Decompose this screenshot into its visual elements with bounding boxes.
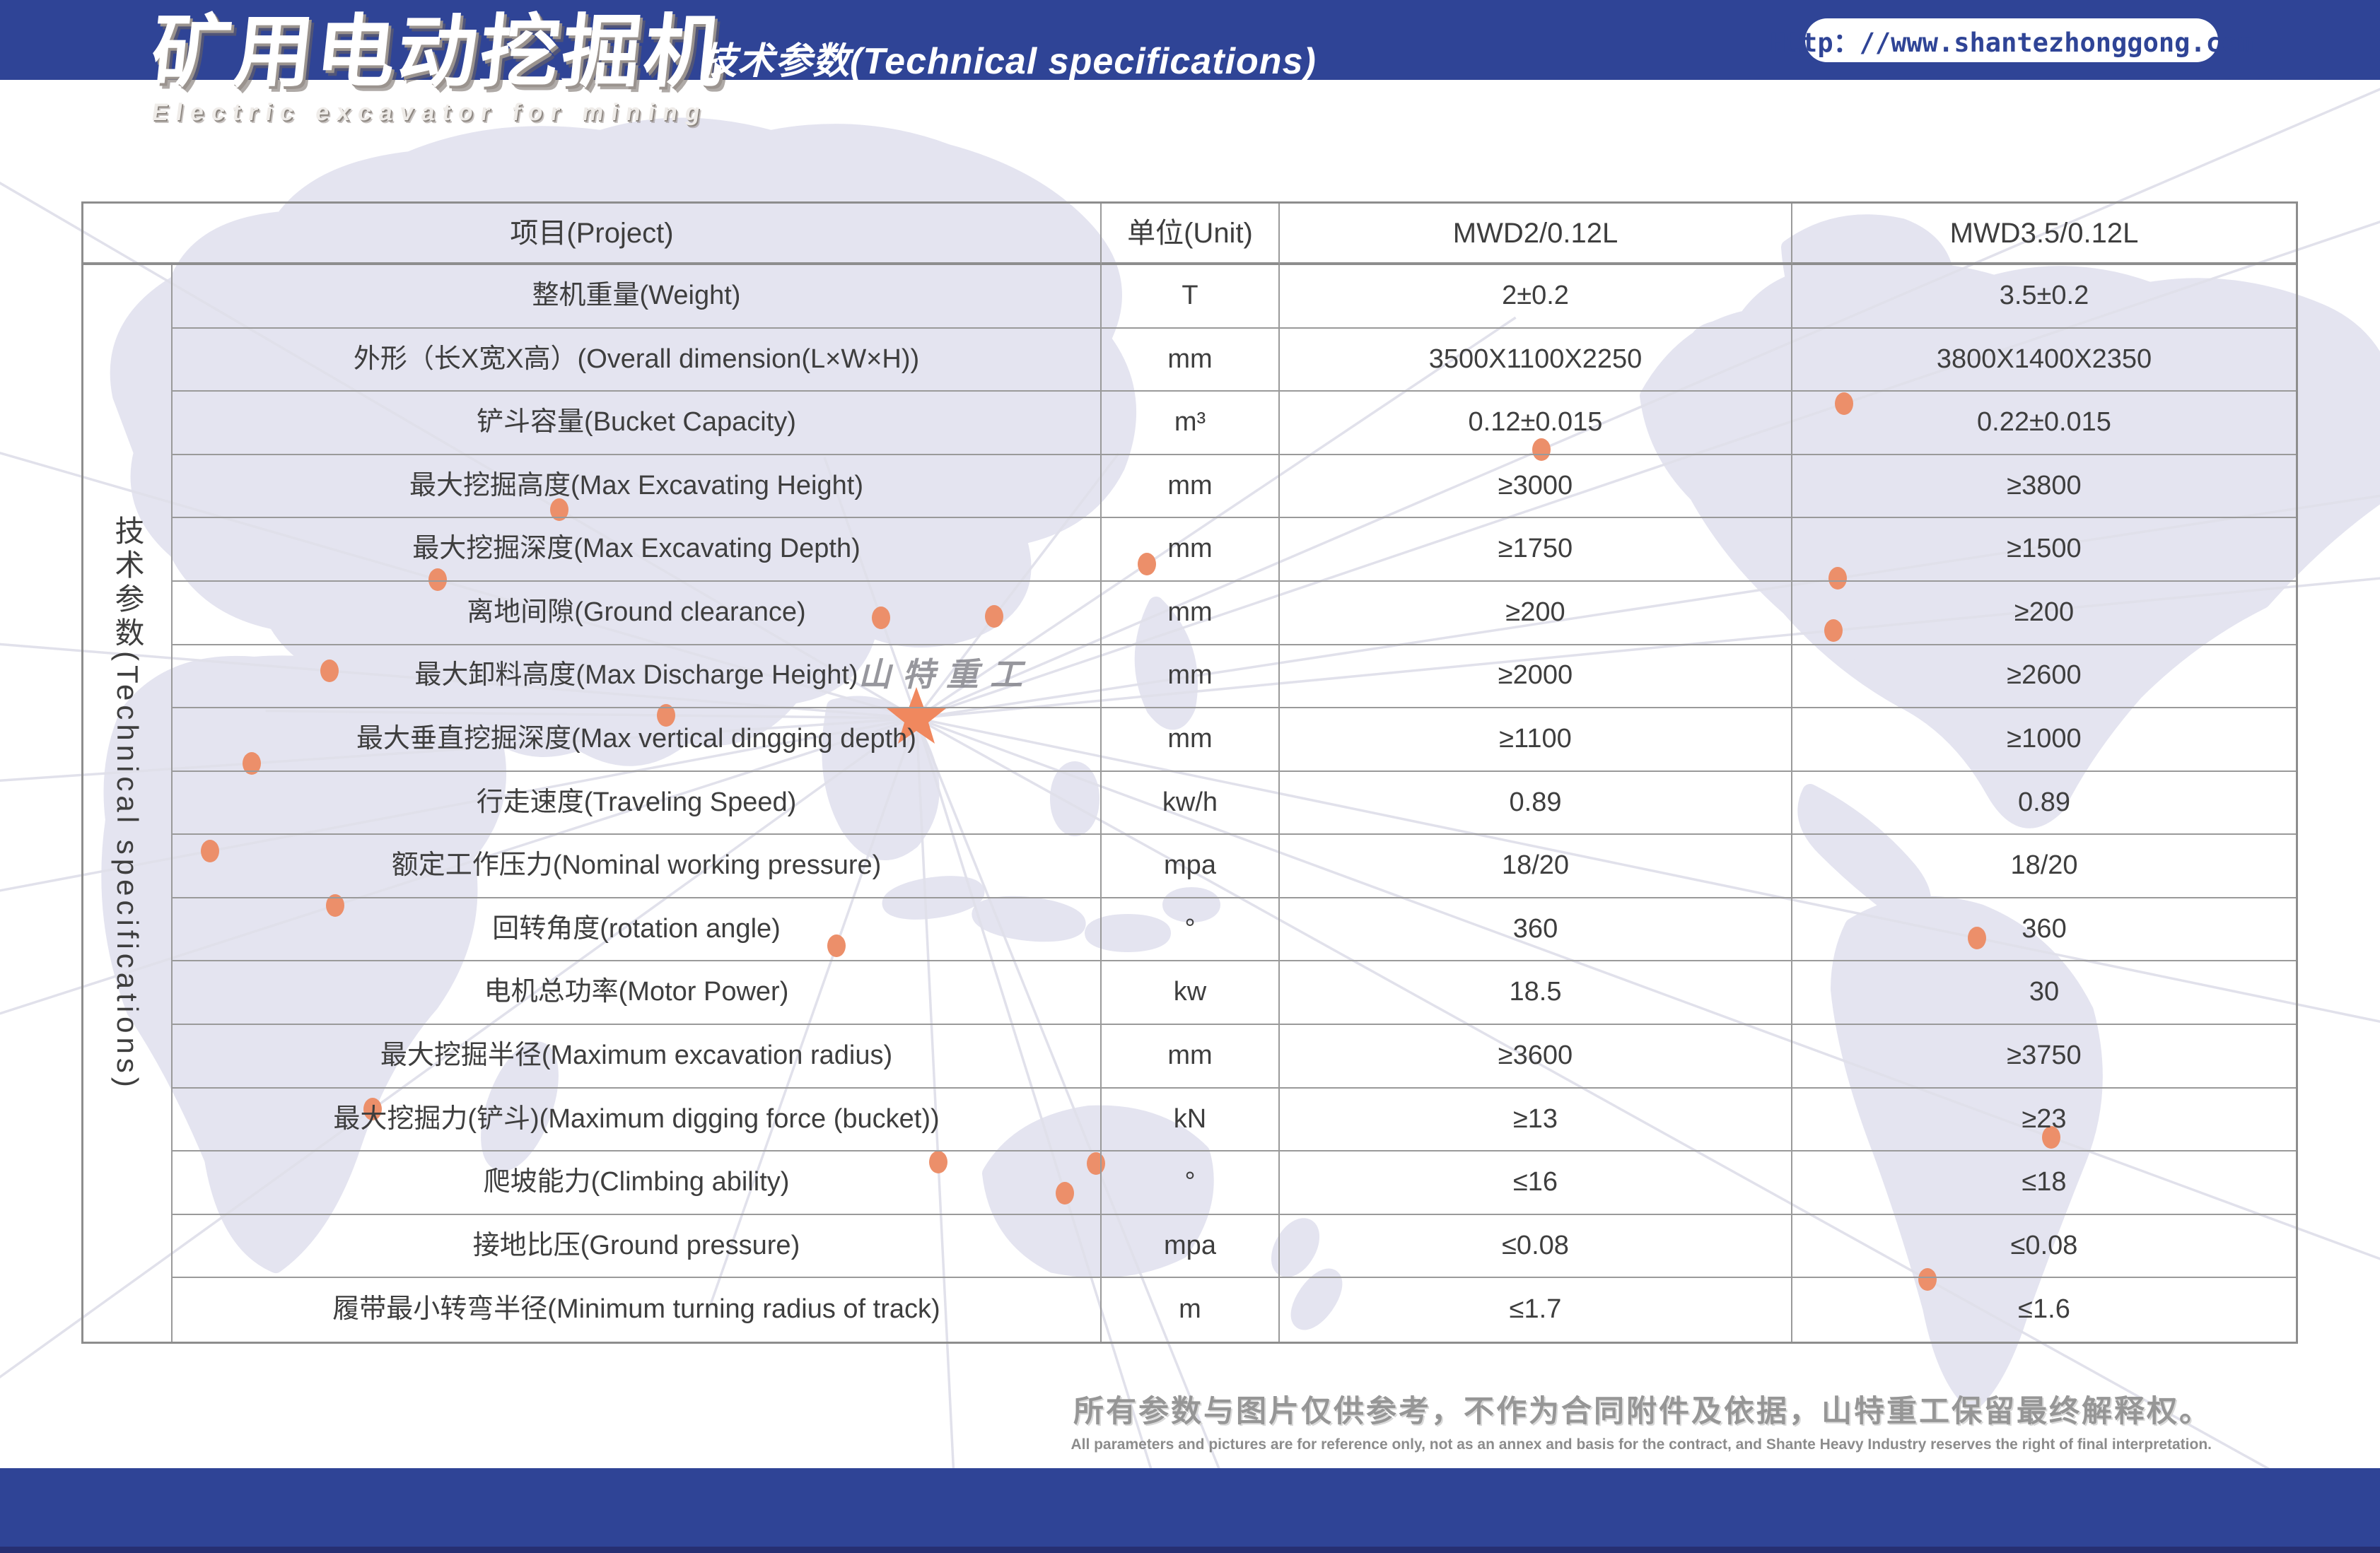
spec-row-unit: kw/h xyxy=(1102,771,1280,836)
column-header-project: 项目(Project) xyxy=(83,204,1102,265)
spec-row-value-mwd2: 360 xyxy=(1280,898,1792,962)
spec-row-unit: mm xyxy=(1102,708,1280,772)
spec-row-value-mwd35: ≤1.6 xyxy=(2018,1294,2070,1325)
spec-row-unit: mpa xyxy=(1102,835,1280,898)
spec-row-value-mwd2: 3500X1100X2250 xyxy=(1280,328,1792,392)
spec-row-value-mwd2: ≥1100 xyxy=(1280,708,1792,772)
spec-row-label: 电机总功率(Motor Power) xyxy=(173,961,1102,1026)
spec-row-value-mwd35: ≥2600 xyxy=(1792,645,2296,709)
spec-row-label: 铲斗容量(Bucket Capacity) xyxy=(173,392,1102,455)
column-header-model-mwd2: MWD2/0.12L xyxy=(1280,204,1792,265)
disclaimer-english: All parameters and pictures are for refe… xyxy=(1071,1436,2212,1453)
column-header-model-mwd35: MWD3.5/0.12L xyxy=(1792,204,2296,265)
website-url-text: Http：//www.shantezhonggong.com xyxy=(1770,28,2253,58)
spec-row-value-mwd2: ≤1.7 xyxy=(1280,1278,1792,1342)
spec-row-value-mwd35: 3.5±0.2 xyxy=(1792,265,2296,329)
spec-row-value-mwd2: ≤0.08 xyxy=(1280,1214,1792,1279)
spec-row-value-mwd35: 360 xyxy=(1792,898,2296,962)
spec-row-value-mwd35: ≥3750 xyxy=(1792,1025,2296,1089)
website-link[interactable]: Http：//www.shantezhonggong.com xyxy=(1771,18,2253,62)
spec-row-value-mwd35: 30 xyxy=(1792,961,2296,1026)
spec-row-label: 最大挖掘高度(Max Excavating Height) xyxy=(173,455,1102,519)
spec-row-value-mwd35: ≥23 xyxy=(1792,1089,2296,1152)
spec-table: 项目(Project) 单位(Unit) MWD2/0.12L MWD3.5/0… xyxy=(81,201,2298,1344)
spec-row-value-mwd35: ≤0.08 xyxy=(1792,1215,2296,1279)
spec-row-value-mwd35: ≥3800 xyxy=(1792,455,2296,519)
spec-row-unit: mpa xyxy=(1102,1214,1280,1279)
page-title: 技术参数(Technical specifications) xyxy=(700,41,1317,82)
spec-row-label: 最大卸料高度(Max Discharge Height) xyxy=(173,645,1102,709)
spec-row-label: 最大挖掘半径(Maximum excavation radius) xyxy=(173,1025,1102,1089)
spec-row-label: 接地比压(Ground pressure) xyxy=(173,1214,1102,1279)
spec-row-label: 回转角度(rotation angle) xyxy=(173,898,1102,962)
spec-row-unit: ° xyxy=(1102,1151,1280,1215)
spec-row-value-mwd2: 18.5 xyxy=(1280,961,1792,1026)
spec-row-label: 离地间隙(Ground clearance) xyxy=(173,581,1102,645)
spec-row-label: 爬坡能力(Climbing ability) xyxy=(173,1151,1102,1215)
spec-row-unit: ° xyxy=(1102,898,1280,962)
spec-row-value-mwd35: ≤18 xyxy=(1792,1151,2296,1215)
spec-row-unit: mm xyxy=(1102,1025,1280,1089)
spec-row-unit: T xyxy=(1102,265,1280,329)
spec-row-value-mwd35: 0.89 xyxy=(1792,772,2296,836)
column-header-unit: 单位(Unit) xyxy=(1102,204,1280,265)
spec-row-label: 最大垂直挖掘深度(Max vertical dingging depth) xyxy=(173,708,1102,772)
row-group-label: 技术参数(Technical specifications) xyxy=(111,515,144,1091)
spec-row-label: 外形（长X宽X高）(Overall dimension(L×W×H)) xyxy=(173,328,1102,392)
spec-row-value-mwd2: ≥2000 xyxy=(1280,645,1792,709)
spec-row-value-mwd2: ≥1750 xyxy=(1280,518,1792,582)
spec-row-label: 最大挖掘力(铲斗)(Maximum digging force (bucket)… xyxy=(173,1088,1102,1152)
spec-row-value-mwd2: ≤16 xyxy=(1280,1151,1792,1215)
spec-row-value-mwd2: ≥13 xyxy=(1280,1088,1792,1152)
spec-row-value-mwd35: 18/20 xyxy=(1792,835,2296,898)
spec-row-unit: mm xyxy=(1102,518,1280,582)
spec-row-unit: mm xyxy=(1102,455,1280,519)
spec-row-unit: kw xyxy=(1102,961,1280,1026)
logo-title: 矿用电动挖掘机 xyxy=(147,8,731,96)
spec-row-value-mwd2: ≥200 xyxy=(1280,581,1792,645)
spec-row-label: 行走速度(Traveling Speed) xyxy=(173,771,1102,836)
spec-row-label: 额定工作压力(Nominal working pressure) xyxy=(173,835,1102,898)
spec-row-value-mwd2: 0.89 xyxy=(1280,771,1792,836)
logo: 矿用电动挖掘机 Electric excavator for mining xyxy=(147,8,730,127)
spec-row-value-mwd2: ≥3000 xyxy=(1280,455,1792,519)
spec-row-value-mwd2: 2±0.2 xyxy=(1280,265,1792,329)
spec-row-value-mwd35: ≥1000 xyxy=(1792,708,2296,772)
spec-row-unit: mm xyxy=(1102,581,1280,645)
footer-bar xyxy=(0,1468,2380,1553)
spec-row-label: 整机重量(Weight) xyxy=(173,265,1102,329)
spec-row-value-mwd35: 3800X1400X2350 xyxy=(1792,329,2296,392)
spec-row-unit: kN xyxy=(1102,1088,1280,1152)
spec-row-unit: m xyxy=(1102,1278,1280,1342)
spec-row-unit: mm xyxy=(1102,328,1280,392)
disclaimer-chinese: 所有参数与图片仅供参考，不作为合同附件及依据，山特重工保留最终解释权。 xyxy=(1073,1395,2212,1429)
spec-row-value-mwd35: ≥200 xyxy=(1792,582,2296,645)
spec-row-unit: m³ xyxy=(1102,392,1280,455)
row-group-label-cell: 技术参数(Technical specifications) xyxy=(83,265,173,1342)
spec-row-value-mwd35: 0.22±0.015 xyxy=(1792,392,2296,455)
spec-row-value-mwd35: ≥1500 xyxy=(1792,518,2296,582)
spec-row-label: 最大挖掘深度(Max Excavating Depth) xyxy=(173,518,1102,582)
disclaimer: 所有参数与图片仅供参考，不作为合同附件及依据，山特重工保留最终解释权。 All … xyxy=(1071,1387,2212,1453)
spec-row-value-mwd2: 18/20 xyxy=(1280,835,1792,898)
spec-row-value-mwd2: 0.12±0.015 xyxy=(1280,392,1792,455)
spec-row-label: 履带最小转弯半径(Minimum turning radius of track… xyxy=(173,1278,1102,1342)
logo-subtitle: Electric excavator for mining xyxy=(150,99,710,126)
spec-row-unit: mm xyxy=(1102,645,1280,709)
spec-row-value-mwd2: ≥3600 xyxy=(1280,1025,1792,1089)
